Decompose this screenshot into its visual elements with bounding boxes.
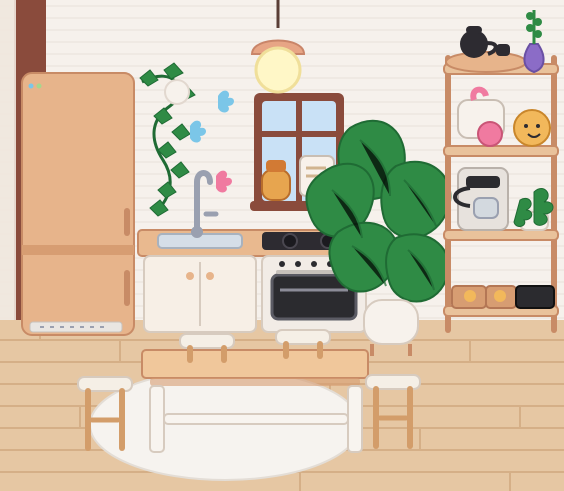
faucet-base [191, 226, 203, 238]
scene-svg [0, 0, 564, 491]
lamp-bulb [254, 46, 302, 94]
kitchen-scene [0, 0, 564, 491]
ivy-pot [164, 79, 190, 105]
cabinet-knob-left [186, 272, 194, 280]
fridge-handle-bottom [124, 270, 130, 306]
left-wall-panel [0, 0, 16, 350]
espresso-machine[interactable] [453, 167, 509, 231]
honey-jar[interactable] [261, 160, 291, 201]
fridge-indicator-light [28, 83, 34, 89]
burner-left[interactable] [282, 233, 298, 249]
fridge-handle-top [124, 208, 130, 236]
mixer-bowl [477, 121, 503, 147]
storage-boxes[interactable] [451, 285, 555, 309]
egg-toy[interactable] [513, 109, 551, 147]
fridge-indicator-light-2 [36, 83, 42, 89]
table-top [141, 349, 369, 379]
fridge[interactable] [21, 72, 135, 336]
cabinet-knob-right [206, 272, 214, 280]
table-apron [150, 378, 360, 386]
